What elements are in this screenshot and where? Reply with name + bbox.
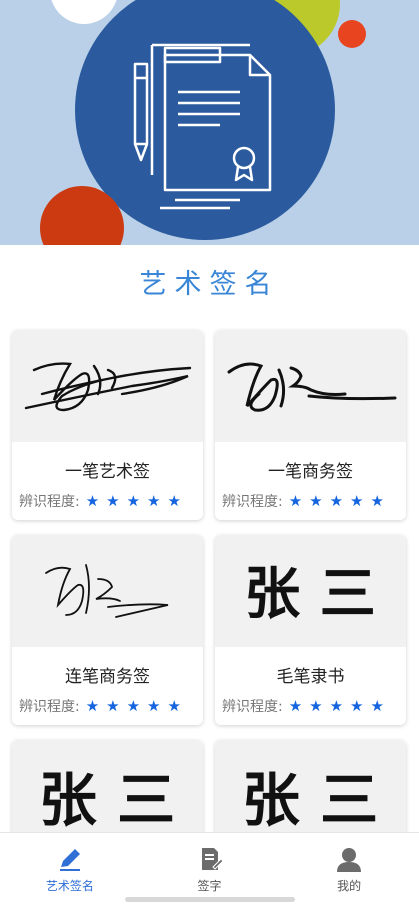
tab-label: 我的 <box>337 879 362 893</box>
recognizability-rating: 辨识程度: ★★★★★ <box>215 491 406 511</box>
star-rating: ★★★★★ <box>85 492 188 510</box>
signature-sample-image: 张 三 <box>244 561 376 627</box>
signature-sample-image <box>45 564 169 618</box>
signature-card-artistic[interactable]: 一笔艺术签 辨识程度: ★★★★★ <box>12 330 203 520</box>
recognizability-rating: 辨识程度: ★★★★★ <box>12 696 203 716</box>
signature-preview <box>12 535 203 647</box>
signature-preview-text: 张 三 <box>39 766 175 834</box>
pencil-icon <box>59 849 80 871</box>
page-title: 艺术签名 <box>133 262 286 301</box>
tab-mine[interactable]: 我的 <box>279 833 419 908</box>
signature-style-name: 连笔商务签 <box>65 667 150 687</box>
star-rating: ★★★★★ <box>288 697 391 715</box>
signature-card-cursive-business[interactable]: 连笔商务签 辨识程度: ★★★★★ <box>12 535 203 725</box>
signature-preview-text: 张 三 <box>244 561 376 627</box>
recognizability-rating: 辨识程度: ★★★★★ <box>215 696 406 716</box>
hero-banner <box>0 0 419 245</box>
user-icon <box>337 848 362 872</box>
recognizability-rating: 辨识程度: ★★★★★ <box>12 491 203 511</box>
rating-label: 辨识程度: <box>19 699 80 715</box>
signature-preview-text: 张 三 <box>242 766 378 834</box>
contract-illustration <box>40 0 366 245</box>
tab-art-signature[interactable]: 艺术签名 <box>0 833 140 908</box>
signature-style-name: 一笔艺术签 <box>65 462 150 482</box>
rating-label: 辨识程度: <box>222 699 283 715</box>
home-indicator <box>125 897 295 902</box>
signature-card-business[interactable]: 一笔商务签 辨识程度: ★★★★★ <box>215 330 406 520</box>
page-title-wrap: 艺术签名 <box>0 262 419 301</box>
rating-label: 辨识程度: <box>222 494 283 510</box>
signature-style-name: 毛笔隶书 <box>276 667 345 687</box>
tab-label: 签字 <box>197 879 222 893</box>
signature-style-name: 一笔商务签 <box>268 462 353 482</box>
signature-sample-image <box>24 362 192 412</box>
signature-preview: 张 三 <box>215 535 406 647</box>
signature-card-brush-clerical[interactable]: 张 三 毛笔隶书 辨识程度: ★★★★★ <box>215 535 406 725</box>
document-sign-icon <box>201 848 224 870</box>
star-rating: ★★★★★ <box>85 697 188 715</box>
star-rating: ★★★★★ <box>288 492 391 510</box>
tab-label: 艺术签名 <box>45 879 94 893</box>
signature-preview <box>12 330 203 442</box>
signature-preview <box>215 330 406 442</box>
rating-label: 辨识程度: <box>19 494 80 510</box>
signature-sample-image <box>227 362 397 412</box>
